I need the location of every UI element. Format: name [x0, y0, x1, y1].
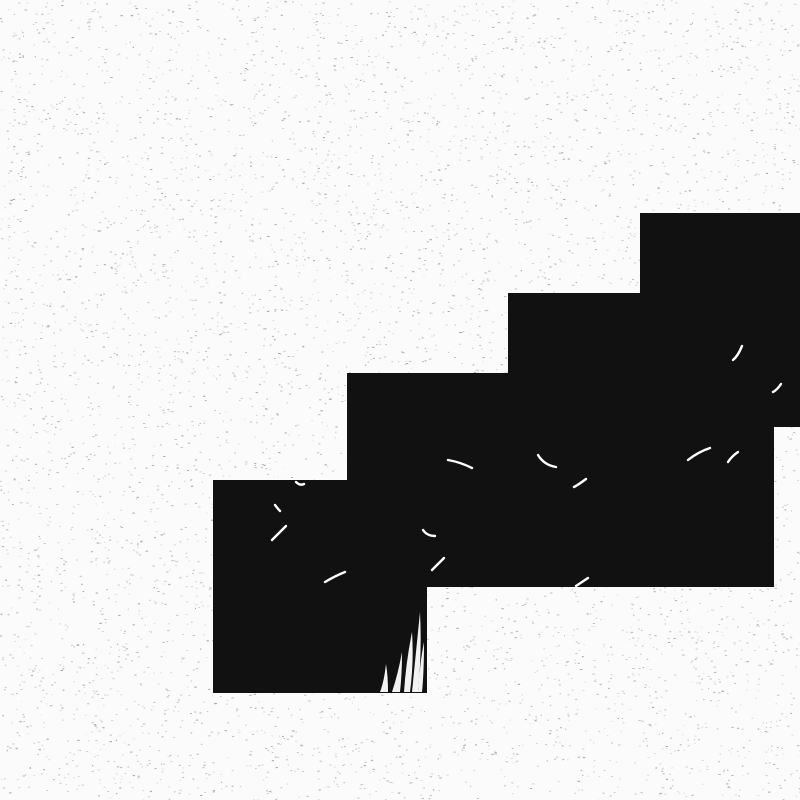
image-canvas	[0, 0, 800, 800]
